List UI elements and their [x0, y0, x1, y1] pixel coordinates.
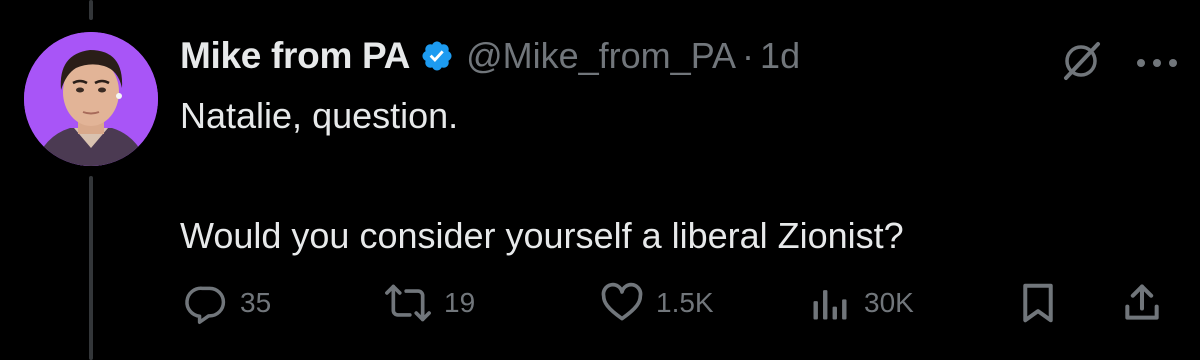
views-button[interactable]: 30K — [808, 278, 914, 328]
thread-line-bottom — [89, 176, 93, 360]
reply-count: 35 — [240, 287, 272, 318]
tweet-text-line-1: Natalie, question. — [180, 95, 459, 136]
tweet-header-row: Mike from PA @Mike_from_PA · 1d — [180, 28, 1180, 84]
share-icon — [1120, 281, 1164, 325]
verified-badge-icon[interactable] — [420, 39, 454, 73]
views-icon — [808, 281, 852, 325]
views-count: 30K — [864, 287, 914, 318]
bookmark-icon — [1018, 281, 1058, 325]
author-display-name[interactable]: Mike from PA — [180, 35, 410, 77]
tweet-header: Mike from PA @Mike_from_PA · 1d — [180, 28, 1180, 84]
repost-icon — [384, 281, 432, 325]
reply-button[interactable]: 35 — [184, 278, 271, 328]
share-button[interactable] — [1120, 278, 1164, 328]
like-count: 1.5K — [656, 287, 714, 318]
like-button[interactable]: 1.5K — [600, 278, 714, 328]
reply-icon — [184, 281, 228, 325]
repost-count: 19 — [444, 287, 476, 318]
grok-icon[interactable] — [1060, 40, 1102, 82]
more-icon[interactable] — [1135, 56, 1179, 68]
separator-dot: · — [742, 35, 755, 76]
avatar[interactable] — [24, 32, 158, 166]
author-handle[interactable]: @Mike_from_PA — [466, 35, 736, 77]
repost-button[interactable]: 19 — [384, 278, 475, 328]
tweet-text-line-2: Would you consider yourself a liberal Zi… — [180, 215, 904, 256]
bookmark-button[interactable] — [1018, 278, 1058, 328]
heart-icon — [600, 281, 644, 325]
thread-line-top — [89, 0, 93, 20]
tweet-timestamp[interactable]: 1d — [760, 35, 800, 77]
tweet-action-bar: 35 19 1.5K 30K — [0, 278, 1200, 328]
